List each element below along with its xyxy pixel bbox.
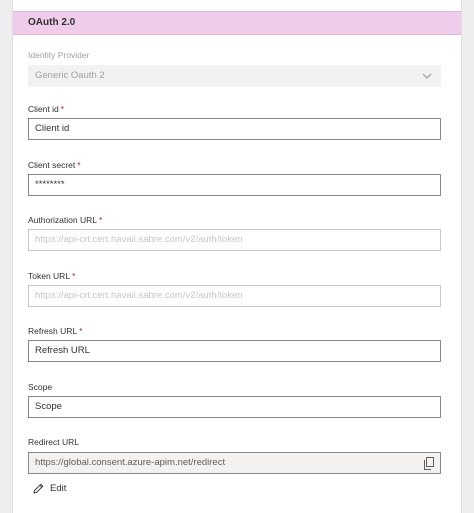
scope-label: Scope — [28, 382, 52, 392]
refresh-url-value: Refresh URL — [35, 345, 90, 356]
pencil-icon — [33, 483, 44, 494]
section-title: OAuth 2.0 — [28, 17, 76, 28]
token-url-label-text: Token URL — [28, 271, 71, 281]
token-url-input[interactable]: https://api-crt.cert.havail.sabre.com/v2… — [28, 285, 441, 307]
client-secret-label-text: Client secret — [28, 160, 76, 170]
required-marker: * — [98, 215, 103, 225]
redirect-url-field[interactable]: https://global.consent.azure-apim.net/re… — [28, 452, 441, 474]
edit-button[interactable]: Edit — [33, 480, 66, 496]
chevron-down-icon — [422, 73, 432, 79]
scope-input[interactable]: Scope — [28, 396, 441, 418]
refresh-url-input[interactable]: Refresh URL — [28, 340, 441, 362]
client-secret-input[interactable]: ******** — [28, 174, 441, 196]
required-marker: * — [72, 271, 76, 281]
client-id-value: Client id — [35, 123, 70, 134]
section-header: OAuth 2.0 — [13, 11, 461, 35]
identity-provider-label-text: Identity Provider — [28, 50, 90, 60]
refresh-url-label-text: Refresh URL — [28, 326, 78, 336]
client-id-label: Client id * — [28, 104, 64, 114]
required-marker: * — [79, 326, 83, 336]
authorization-url-label-text: Authorization URL — [28, 215, 97, 225]
identity-provider-dropdown[interactable]: Generic Oauth 2 — [28, 65, 441, 87]
token-url-label: Token URL * — [28, 271, 75, 281]
identity-provider-value: Generic Oauth 2 — [35, 70, 105, 81]
authorization-url-input[interactable]: https://api-crt.cert.havail.sabre.com/v2… — [28, 229, 441, 251]
refresh-url-label: Refresh URL * — [28, 326, 82, 336]
authorization-url-label: Authorization URL * — [28, 215, 102, 225]
copy-icon[interactable] — [423, 457, 435, 470]
client-secret-label: Client secret * — [28, 160, 81, 170]
scope-value: Scope — [35, 401, 62, 412]
redirect-url-label: Redirect URL — [28, 437, 79, 447]
identity-provider-label: Identity Provider — [28, 50, 89, 60]
required-marker: * — [60, 104, 65, 114]
client-secret-value: ******** — [35, 179, 65, 190]
redirect-url-value: https://global.consent.azure-apim.net/re… — [35, 457, 226, 468]
client-id-input[interactable]: Client id — [28, 118, 441, 140]
authorization-url-placeholder: https://api-crt.cert.havail.sabre.com/v2… — [35, 234, 243, 245]
oauth-settings-panel: OAuth 2.0 Identity Provider Generic Oaut… — [12, 0, 462, 513]
edit-label: Edit — [50, 482, 67, 494]
client-id-label-text: Client id — [28, 104, 59, 114]
token-url-placeholder: https://api-crt.cert.havail.sabre.com/v2… — [35, 290, 243, 301]
scope-label-text: Scope — [28, 382, 53, 392]
required-marker: * — [77, 160, 81, 170]
redirect-url-label-text: Redirect URL — [28, 437, 80, 447]
